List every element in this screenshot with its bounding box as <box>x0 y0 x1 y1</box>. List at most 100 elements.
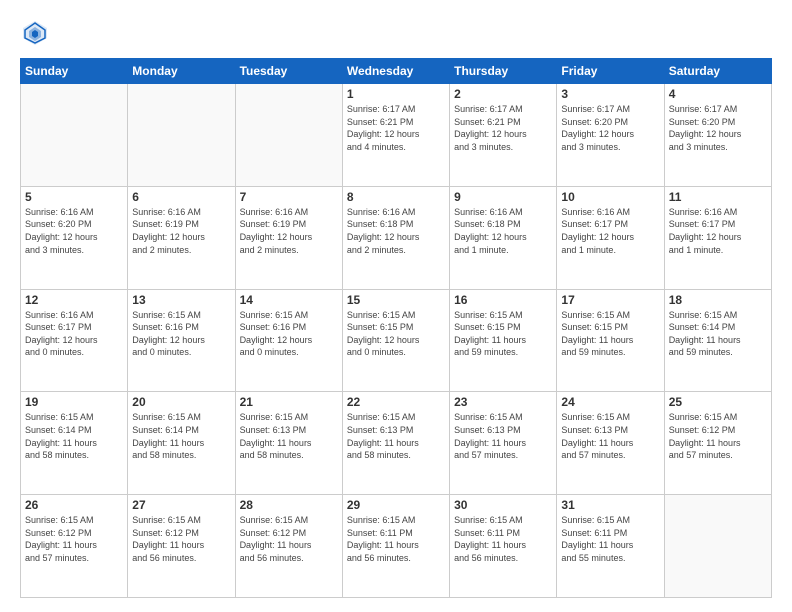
day-info: Sunrise: 6:17 AM Sunset: 6:21 PM Dayligh… <box>454 103 552 153</box>
day-info: Sunrise: 6:15 AM Sunset: 6:16 PM Dayligh… <box>240 309 338 359</box>
page: SundayMondayTuesdayWednesdayThursdayFrid… <box>0 0 792 612</box>
calendar-cell: 3Sunrise: 6:17 AM Sunset: 6:20 PM Daylig… <box>557 84 664 187</box>
calendar-cell: 9 Sunrise: 6:16 AM Sunset: 6:18 PM Daylig… <box>450 186 557 289</box>
weekday-header-friday: Friday <box>557 59 664 84</box>
day-info: Sunrise: 6:15 AM Sunset: 6:15 PM Dayligh… <box>454 309 552 359</box>
day-number: 6 <box>132 190 230 204</box>
day-info: Sunrise: 6:16 AM Sunset: 6:19 PM Dayligh… <box>132 206 230 256</box>
day-number: 2 <box>454 87 552 101</box>
calendar-cell: 29 Sunrise: 6:15 AM Sunset: 6:11 PM Dayli… <box>342 495 449 598</box>
day-info: Sunrise: 6:15 AM Sunset: 6:14 PM Dayligh… <box>669 309 767 359</box>
day-info: Sunrise: 6:15 AM Sunset: 6:15 PM Dayligh… <box>347 309 445 359</box>
day-info: Sunrise: 6:15 AM Sunset: 6:12 PM Dayligh… <box>132 514 230 564</box>
weekday-header-saturday: Saturday <box>664 59 771 84</box>
calendar-cell: 23 Sunrise: 6:15 AM Sunset: 6:13 PM Dayli… <box>450 392 557 495</box>
calendar-cell: 16 Sunrise: 6:15 AM Sunset: 6:15 PM Dayli… <box>450 289 557 392</box>
day-info: Sunrise: 6:17 AM Sunset: 6:20 PM Dayligh… <box>561 103 659 153</box>
week-row-1: 1Sunrise: 6:17 AM Sunset: 6:21 PM Daylig… <box>21 84 772 187</box>
day-info: Sunrise: 6:16 AM Sunset: 6:18 PM Dayligh… <box>454 206 552 256</box>
day-number: 15 <box>347 293 445 307</box>
calendar-cell: 25 Sunrise: 6:15 AM Sunset: 6:12 PM Dayli… <box>664 392 771 495</box>
day-number: 5 <box>25 190 123 204</box>
day-info: Sunrise: 6:17 AM Sunset: 6:21 PM Dayligh… <box>347 103 445 153</box>
calendar-cell: 31Sunrise: 6:15 AM Sunset: 6:11 PM Dayli… <box>557 495 664 598</box>
calendar-cell: 21 Sunrise: 6:15 AM Sunset: 6:13 PM Dayli… <box>235 392 342 495</box>
calendar-cell: 5 Sunrise: 6:16 AM Sunset: 6:20 PM Daylig… <box>21 186 128 289</box>
calendar-cell: 15 Sunrise: 6:15 AM Sunset: 6:15 PM Dayli… <box>342 289 449 392</box>
weekday-header-monday: Monday <box>128 59 235 84</box>
calendar-cell: 6 Sunrise: 6:16 AM Sunset: 6:19 PM Daylig… <box>128 186 235 289</box>
day-number: 30 <box>454 498 552 512</box>
weekday-header-tuesday: Tuesday <box>235 59 342 84</box>
day-number: 21 <box>240 395 338 409</box>
day-number: 14 <box>240 293 338 307</box>
day-number: 24 <box>561 395 659 409</box>
weekday-header-sunday: Sunday <box>21 59 128 84</box>
day-number: 22 <box>347 395 445 409</box>
calendar-cell: 20 Sunrise: 6:15 AM Sunset: 6:14 PM Dayli… <box>128 392 235 495</box>
weekday-header-wednesday: Wednesday <box>342 59 449 84</box>
calendar-cell: 19Sunrise: 6:15 AM Sunset: 6:14 PM Dayli… <box>21 392 128 495</box>
calendar-cell: 22Sunrise: 6:15 AM Sunset: 6:13 PM Dayli… <box>342 392 449 495</box>
day-info: Sunrise: 6:15 AM Sunset: 6:15 PM Dayligh… <box>561 309 659 359</box>
day-number: 19 <box>25 395 123 409</box>
day-info: Sunrise: 6:15 AM Sunset: 6:16 PM Dayligh… <box>132 309 230 359</box>
calendar-table: SundayMondayTuesdayWednesdayThursdayFrid… <box>20 58 772 598</box>
calendar-cell: 12 Sunrise: 6:16 AM Sunset: 6:17 PM Dayli… <box>21 289 128 392</box>
week-row-5: 26 Sunrise: 6:15 AM Sunset: 6:12 PM Dayli… <box>21 495 772 598</box>
day-info: Sunrise: 6:16 AM Sunset: 6:17 PM Dayligh… <box>561 206 659 256</box>
day-number: 18 <box>669 293 767 307</box>
calendar-cell: 8Sunrise: 6:16 AM Sunset: 6:18 PM Daylig… <box>342 186 449 289</box>
day-info: Sunrise: 6:15 AM Sunset: 6:13 PM Dayligh… <box>561 411 659 461</box>
week-row-2: 5 Sunrise: 6:16 AM Sunset: 6:20 PM Daylig… <box>21 186 772 289</box>
calendar-cell: 28Sunrise: 6:15 AM Sunset: 6:12 PM Dayli… <box>235 495 342 598</box>
day-number: 9 <box>454 190 552 204</box>
day-number: 26 <box>25 498 123 512</box>
day-info: Sunrise: 6:15 AM Sunset: 6:11 PM Dayligh… <box>561 514 659 564</box>
logo-icon <box>20 18 50 48</box>
day-number: 25 <box>669 395 767 409</box>
calendar-cell: 14 Sunrise: 6:15 AM Sunset: 6:16 PM Dayli… <box>235 289 342 392</box>
day-info: Sunrise: 6:17 AM Sunset: 6:20 PM Dayligh… <box>669 103 767 153</box>
day-info: Sunrise: 6:16 AM Sunset: 6:19 PM Dayligh… <box>240 206 338 256</box>
day-info: Sunrise: 6:16 AM Sunset: 6:18 PM Dayligh… <box>347 206 445 256</box>
day-info: Sunrise: 6:16 AM Sunset: 6:20 PM Dayligh… <box>25 206 123 256</box>
calendar-cell <box>664 495 771 598</box>
calendar-cell: 26 Sunrise: 6:15 AM Sunset: 6:12 PM Dayli… <box>21 495 128 598</box>
day-number: 17 <box>561 293 659 307</box>
day-number: 20 <box>132 395 230 409</box>
calendar-cell: 10 Sunrise: 6:16 AM Sunset: 6:17 PM Dayli… <box>557 186 664 289</box>
day-number: 27 <box>132 498 230 512</box>
day-info: Sunrise: 6:15 AM Sunset: 6:14 PM Dayligh… <box>132 411 230 461</box>
day-info: Sunrise: 6:16 AM Sunset: 6:17 PM Dayligh… <box>25 309 123 359</box>
week-row-3: 12 Sunrise: 6:16 AM Sunset: 6:17 PM Dayli… <box>21 289 772 392</box>
day-number: 11 <box>669 190 767 204</box>
day-number: 16 <box>454 293 552 307</box>
day-info: Sunrise: 6:15 AM Sunset: 6:13 PM Dayligh… <box>454 411 552 461</box>
calendar-cell: 27 Sunrise: 6:15 AM Sunset: 6:12 PM Dayli… <box>128 495 235 598</box>
day-number: 10 <box>561 190 659 204</box>
calendar-cell: 4 Sunrise: 6:17 AM Sunset: 6:20 PM Daylig… <box>664 84 771 187</box>
day-info: Sunrise: 6:15 AM Sunset: 6:12 PM Dayligh… <box>669 411 767 461</box>
calendar-cell: 2 Sunrise: 6:17 AM Sunset: 6:21 PM Daylig… <box>450 84 557 187</box>
calendar-cell: 7 Sunrise: 6:16 AM Sunset: 6:19 PM Daylig… <box>235 186 342 289</box>
calendar-cell: 17 Sunrise: 6:15 AM Sunset: 6:15 PM Dayli… <box>557 289 664 392</box>
day-number: 13 <box>132 293 230 307</box>
day-info: Sunrise: 6:15 AM Sunset: 6:13 PM Dayligh… <box>240 411 338 461</box>
day-info: Sunrise: 6:15 AM Sunset: 6:12 PM Dayligh… <box>25 514 123 564</box>
day-info: Sunrise: 6:15 AM Sunset: 6:11 PM Dayligh… <box>347 514 445 564</box>
day-number: 12 <box>25 293 123 307</box>
weekday-header-row: SundayMondayTuesdayWednesdayThursdayFrid… <box>21 59 772 84</box>
calendar-cell: 24 Sunrise: 6:15 AM Sunset: 6:13 PM Dayli… <box>557 392 664 495</box>
calendar-cell <box>128 84 235 187</box>
week-row-4: 19 Sunrise: 6:15 AM Sunset: 6:14 PM Dayli… <box>21 392 772 495</box>
calendar-cell: 11Sunrise: 6:16 AM Sunset: 6:17 PM Dayli… <box>664 186 771 289</box>
day-number: 4 <box>669 87 767 101</box>
day-number: 23 <box>454 395 552 409</box>
day-number: 7 <box>240 190 338 204</box>
calendar-cell: 1Sunrise: 6:17 AM Sunset: 6:21 PM Daylig… <box>342 84 449 187</box>
day-info: Sunrise: 6:15 AM Sunset: 6:11 PM Dayligh… <box>454 514 552 564</box>
calendar-cell: 18 Sunrise: 6:15 AM Sunset: 6:14 PM Dayli… <box>664 289 771 392</box>
day-number: 29 <box>347 498 445 512</box>
calendar-cell: 13 Sunrise: 6:15 AM Sunset: 6:16 PM Dayli… <box>128 289 235 392</box>
